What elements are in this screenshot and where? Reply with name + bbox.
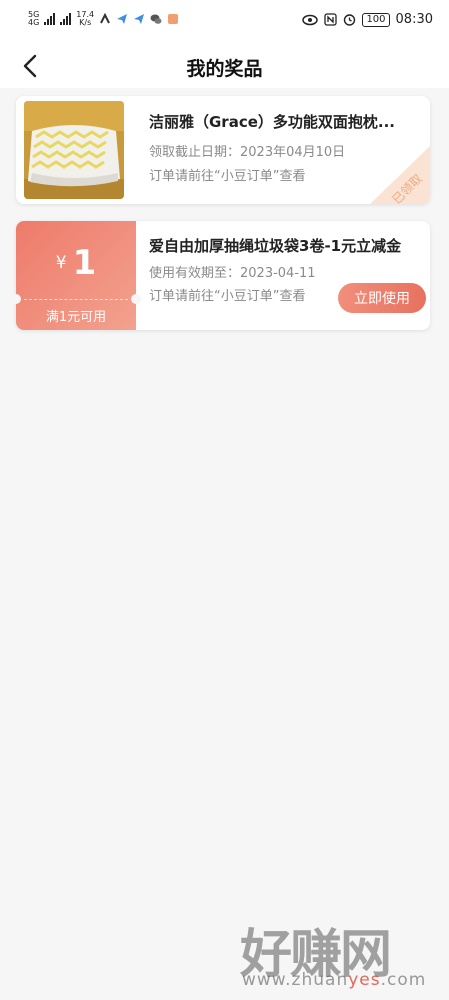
status-left: 5G 4G 17.4 K/s — [28, 11, 179, 27]
coupon-divider — [24, 299, 128, 300]
prize-order-hint: 订单请前往“小豆订单”查看 — [149, 169, 306, 184]
signal-icon-2 — [60, 13, 72, 25]
use-now-button[interactable]: 立即使用 — [338, 283, 426, 313]
wechat-icon — [150, 14, 162, 24]
coupon-title: 爱自由加厚抽绳垃圾袋3卷-1元立减金 — [149, 237, 402, 255]
clock-time: 08:30 — [395, 12, 433, 27]
coupon-condition: 满1元可用 — [45, 310, 107, 325]
alarm-icon — [344, 14, 356, 26]
send-icon-2 — [134, 14, 145, 24]
status-bar: 5G 4G 17.4 K/s 100 08:30 — [0, 0, 449, 44]
notification-app-icon — [100, 13, 111, 24]
network-type-bottom: 4G — [28, 18, 40, 27]
coupon-notch-right — [131, 294, 141, 304]
pillow-image — [24, 101, 124, 199]
send-icon — [117, 14, 128, 24]
nav-header: 我的奖品 — [0, 44, 449, 88]
coupon-validity: 使用有效期至：2023-04-11 — [149, 266, 316, 281]
page-title: 我的奖品 — [186, 58, 263, 80]
coupon-order-hint: 订单请前往“小豆订单”查看 — [149, 289, 306, 304]
signal-icon — [44, 13, 56, 25]
coupon-amount: 1 — [72, 243, 97, 283]
prize-name: 洁丽雅（Grace）多功能双面抱枕... — [149, 113, 395, 131]
status-right: 100 08:30 — [302, 12, 433, 27]
nfc-icon — [324, 13, 338, 26]
watermark: 好赚网 www.zhuanyes.com — [240, 912, 440, 992]
app-icon — [168, 14, 179, 24]
battery-icon: 100 — [362, 12, 390, 27]
claimed-stamp: 已领取 — [370, 146, 430, 204]
prize-deadline: 领取截止日期：2023年04月10日 — [149, 145, 346, 160]
prize-card[interactable]: 洁丽雅（Grace）多功能双面抱枕... 领取截止日期：2023年04月10日 … — [16, 96, 430, 204]
watermark-url: www.zhuanyes.com — [242, 970, 427, 990]
coupon-notch-left — [11, 294, 21, 304]
currency-symbol: ¥ — [55, 253, 67, 273]
prize-image — [24, 101, 124, 199]
network-speed: 17.4 K/s — [76, 10, 95, 27]
eye-icon — [302, 14, 319, 25]
coupon-card[interactable]: ¥1 满1元可用 爱自由加厚抽绳垃圾袋3卷-1元立减金 使用有效期至：2023-… — [11, 221, 430, 330]
coupon-value-panel: ¥1 满1元可用 — [16, 221, 136, 330]
